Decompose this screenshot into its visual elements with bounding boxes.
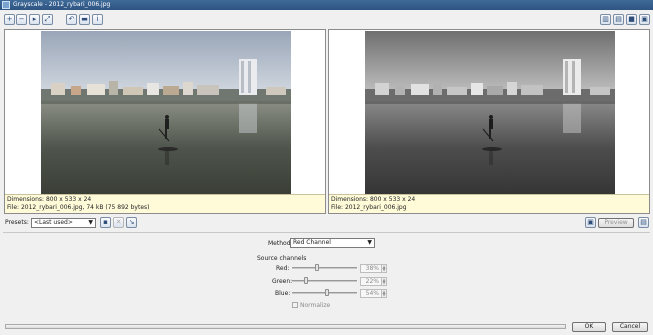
chevron-down-icon: ▼: [367, 239, 372, 246]
original-panel: Dimensions: 800 x 533 x 24 File: 2012_ry…: [4, 29, 326, 214]
red-label: Red:: [276, 265, 290, 272]
info-icon[interactable]: i: [92, 14, 103, 25]
folder-icon[interactable]: ▬: [79, 14, 90, 25]
progress-bar: [5, 324, 566, 329]
original-info: Dimensions: 800 x 533 x 24 File: 2012_ry…: [5, 194, 325, 213]
original-file: File: 2012_rybari_006.jpg, 74 kB (75 892…: [7, 204, 150, 211]
preview-info: Dimensions: 800 x 533 x 24 File: 2012_ry…: [329, 194, 649, 213]
green-label: Green:: [272, 278, 293, 285]
preview-photo: [365, 31, 615, 195]
window-title: Grayscale - 2012_rybari_006.jpg: [13, 1, 111, 8]
delete-preset-icon[interactable]: ✕: [113, 217, 124, 228]
method-select[interactable]: Red Channel ▼: [290, 238, 375, 248]
preview-view[interactable]: [329, 30, 649, 196]
normalize-label: Normalize: [300, 302, 331, 309]
split-vertical-icon[interactable]: ▥: [600, 14, 611, 25]
red-spinner[interactable]: ▲ ▼: [381, 264, 387, 273]
presets-label: Presets:: [5, 219, 29, 226]
photo-view-icon[interactable]: ▣: [639, 14, 650, 25]
single-view-icon[interactable]: ■: [626, 14, 637, 25]
preview-panel: Dimensions: 800 x 533 x 24 File: 2012_ry…: [328, 29, 650, 214]
title-bar: Grayscale - 2012_rybari_006.jpg: [0, 0, 653, 10]
ok-button[interactable]: OK: [572, 322, 606, 332]
green-slider-thumb[interactable]: [304, 277, 308, 284]
separator: [3, 232, 650, 233]
chevron-down-icon: ▼: [88, 219, 93, 226]
source-channels-title: Source channels: [257, 255, 307, 262]
presets-select[interactable]: <Last used> ▼: [31, 218, 96, 228]
preview-button[interactable]: Preview: [598, 218, 634, 228]
preview-file: File: 2012_rybari_006.jpg: [331, 204, 407, 211]
save-preset-icon[interactable]: ▪: [100, 217, 111, 228]
undo-icon[interactable]: ↶: [66, 14, 77, 25]
blue-spinner[interactable]: ▲ ▼: [381, 289, 387, 298]
blue-slider-thumb[interactable]: [325, 289, 329, 296]
method-value: Red Channel: [293, 239, 331, 246]
preview-dimensions: Dimensions: 800 x 533 x 24: [331, 196, 416, 203]
normalize-checkbox[interactable]: [292, 302, 298, 308]
green-slider-track[interactable]: [292, 280, 357, 282]
cancel-button[interactable]: Cancel: [612, 322, 648, 332]
red-slider-thumb[interactable]: [315, 264, 319, 271]
preset-menu-icon[interactable]: ↘: [126, 217, 137, 228]
auto-preview-icon[interactable]: ▣: [585, 217, 596, 228]
green-spinner[interactable]: ▲ ▼: [381, 277, 387, 286]
original-view[interactable]: [5, 30, 325, 196]
split-horizontal-icon[interactable]: ▤: [613, 14, 624, 25]
full-size-icon[interactable]: ⤢: [42, 14, 53, 25]
presets-value: <Last used>: [34, 219, 73, 226]
original-photo: [41, 31, 291, 195]
original-dimensions: Dimensions: 800 x 533 x 24: [7, 196, 92, 203]
blue-label: Blue:: [275, 290, 291, 297]
red-slider-track[interactable]: [292, 267, 357, 269]
fit-window-icon[interactable]: ▸: [29, 14, 40, 25]
zoom-in-icon[interactable]: +: [4, 14, 15, 25]
compare-icon[interactable]: ▤: [638, 217, 649, 228]
zoom-out-icon[interactable]: −: [16, 14, 27, 25]
presets-bar: Presets: <Last used> ▼ ▪ ✕ ↘ ▣ Preview ▤: [0, 216, 653, 230]
method-label: Method:: [268, 240, 293, 247]
app-icon: [2, 1, 10, 9]
